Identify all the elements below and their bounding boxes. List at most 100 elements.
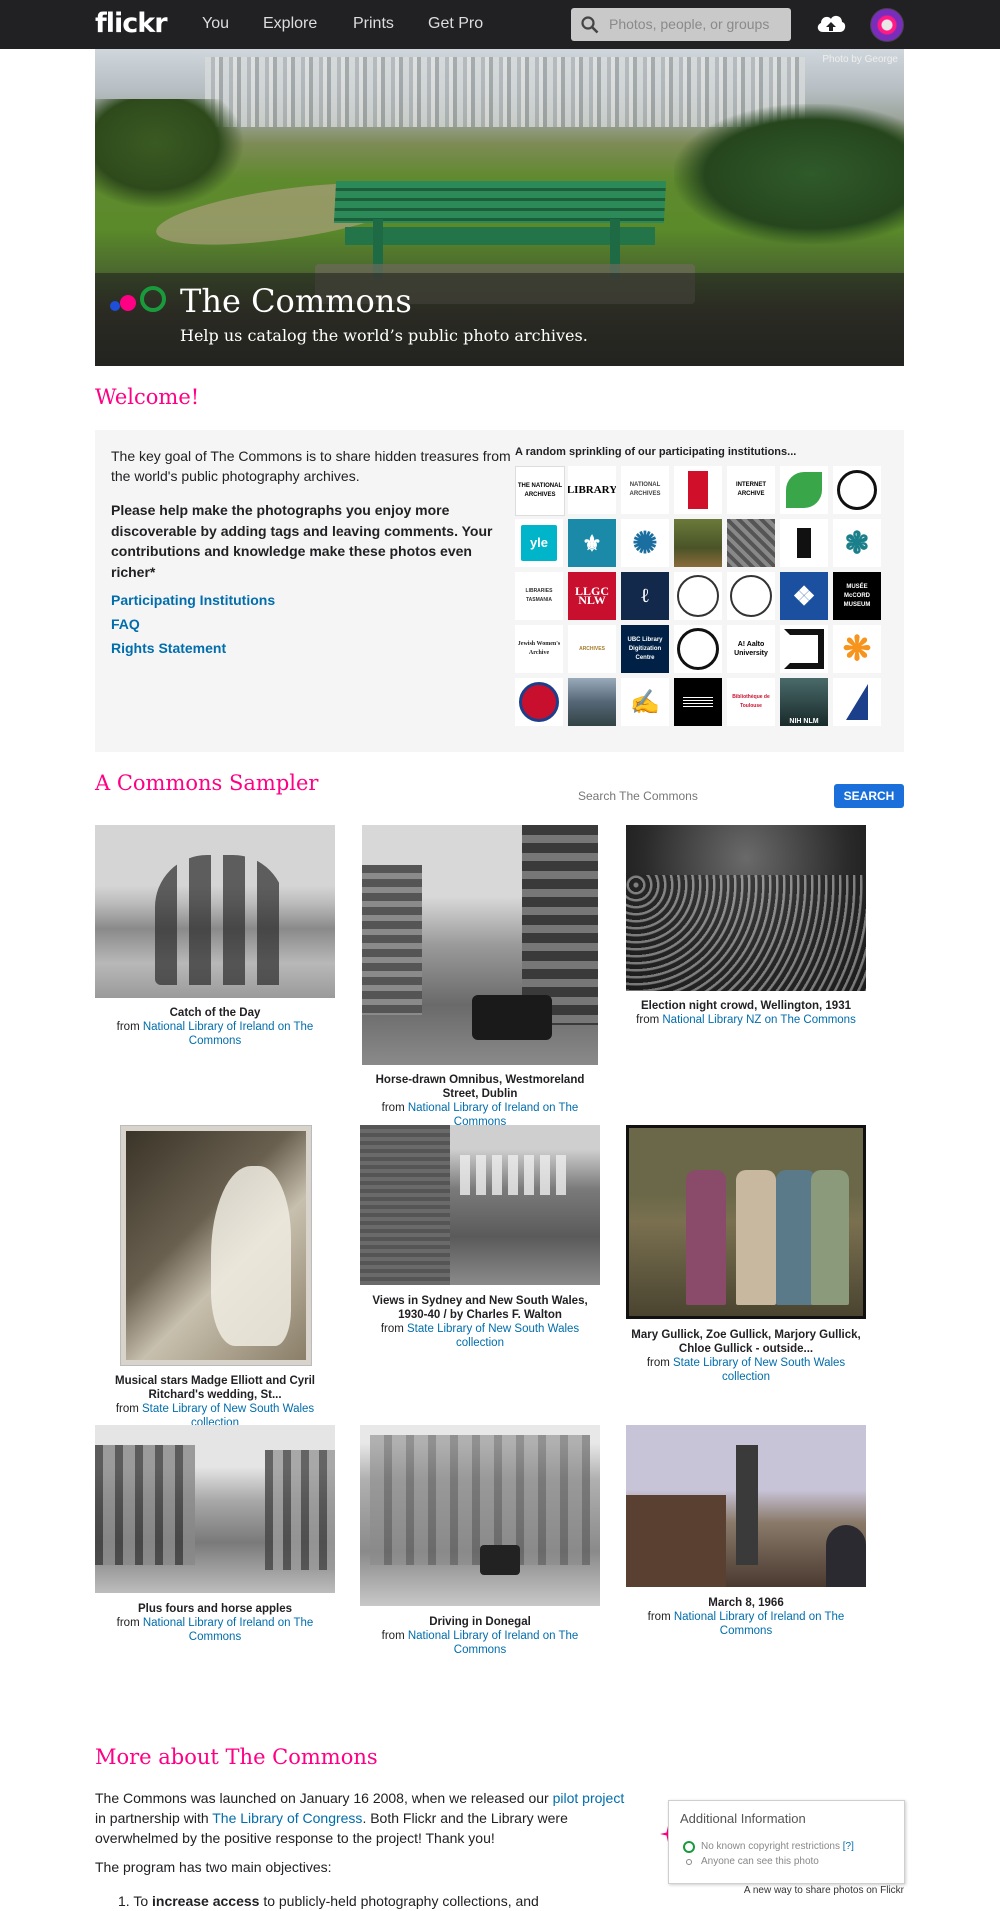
- photo-title[interactable]: Musical stars Madge Elliott and Cyril Ri…: [95, 1374, 335, 1402]
- institution-logo[interactable]: UBC Library Digitization Centre: [621, 625, 669, 673]
- photo-title[interactable]: Election night crowd, Wellington, 1931: [626, 999, 866, 1013]
- institution-logo[interactable]: NATIONAL ARCHIVES: [621, 466, 669, 514]
- photo-catch-of-the-day[interactable]: [95, 825, 335, 998]
- institution-logo[interactable]: [833, 466, 881, 514]
- flickr-logo[interactable]: flickr: [95, 8, 168, 39]
- from-label: from: [116, 1021, 140, 1033]
- institution-logo[interactable]: ❋: [833, 625, 881, 673]
- objectives-intro: The program has two main objectives:: [95, 1859, 332, 1875]
- hero-trees-left: [95, 99, 245, 209]
- from-label: from: [646, 1357, 670, 1369]
- institution-logo[interactable]: [780, 625, 828, 673]
- institution-logo[interactable]: LLGC NLW: [568, 572, 616, 620]
- institutions-grid: THE NATIONAL ARCHIVES LIBRARY NATIONAL A…: [515, 466, 885, 726]
- institution-logo[interactable]: MUSÉE McCORD MUSEUM: [833, 572, 881, 620]
- institution-logo[interactable]: [568, 678, 616, 726]
- caption-election-night-crowd: Election night crowd, Wellington, 1931 f…: [626, 999, 866, 1027]
- institution-logo[interactable]: ❃: [833, 519, 881, 567]
- institution-logo[interactable]: LIBRARIES TASMANIA: [515, 572, 563, 620]
- photo-musical-stars-wedding[interactable]: [120, 1125, 312, 1366]
- more-about-paragraph: The Commons was launched on January 16 2…: [95, 1788, 630, 1848]
- institution-logo[interactable]: [727, 572, 775, 620]
- hero-photo-credit[interactable]: Photo by George: [822, 54, 898, 65]
- sampler-search-input[interactable]: Search The Commons: [578, 784, 828, 808]
- photo-views-in-sydney[interactable]: [360, 1125, 600, 1285]
- photo-source-link[interactable]: State Library of New South Wales collect…: [407, 1323, 579, 1349]
- institution-logo[interactable]: Jewish Women's Archive: [515, 625, 563, 673]
- institution-logo[interactable]: LIBRARY: [568, 466, 616, 514]
- objective-list-item: 1. To increase access to publicly-held p…: [118, 1893, 539, 1909]
- institution-logo[interactable]: ✍: [621, 678, 669, 726]
- link-faq[interactable]: FAQ: [111, 616, 140, 632]
- caption-views-in-sydney: Views in Sydney and New South Wales, 193…: [360, 1294, 600, 1350]
- from-label: from: [115, 1403, 139, 1415]
- institution-logo[interactable]: [515, 678, 563, 726]
- institution-logo[interactable]: NIH NLM: [780, 678, 828, 726]
- hero-trees-right: [674, 104, 904, 244]
- institutions-title: A random sprinkling of our participating…: [515, 446, 797, 458]
- institution-logo[interactable]: Bibliothèque de Toulouse: [727, 678, 775, 726]
- institution-logo[interactable]: [674, 625, 722, 673]
- photo-driving-in-donegal[interactable]: [360, 1425, 600, 1606]
- info-title: Additional Information: [680, 1811, 806, 1826]
- institution-logo[interactable]: [674, 678, 722, 726]
- welcome-call-to-action: Please help make the photographs you enj…: [111, 502, 493, 580]
- nav-prints[interactable]: Prints: [353, 15, 394, 33]
- photo-source-link[interactable]: National Library of Ireland on The Commo…: [143, 1617, 313, 1643]
- more-text: in partnership with: [95, 1810, 213, 1826]
- photo-horse-drawn-omnibus[interactable]: [362, 825, 598, 1065]
- photo-source-link[interactable]: State Library of New South Wales collect…: [673, 1357, 845, 1383]
- link-participating-institutions[interactable]: Participating Institutions: [111, 592, 275, 608]
- photo-gullick-family[interactable]: [626, 1125, 866, 1319]
- photo-title[interactable]: Driving in Donegal: [360, 1615, 600, 1629]
- hero-title: The Commons: [180, 282, 412, 320]
- photo-title[interactable]: March 8, 1966: [626, 1596, 866, 1610]
- institution-logo[interactable]: [674, 519, 722, 567]
- institution-logo[interactable]: [674, 466, 722, 514]
- institution-logo[interactable]: yle: [515, 519, 563, 567]
- photo-plus-fours-horse-apples[interactable]: [95, 1425, 335, 1593]
- institution-logo[interactable]: ARCHIVES: [568, 625, 616, 673]
- institution-logo[interactable]: A! Aalto University: [727, 625, 775, 673]
- institution-logo[interactable]: [674, 572, 722, 620]
- more-text: To: [133, 1893, 152, 1909]
- info-copyright-text: No known copyright restrictions: [701, 1841, 840, 1852]
- pilot-project-link[interactable]: pilot project: [553, 1790, 625, 1806]
- institution-logo[interactable]: ℓ: [621, 572, 669, 620]
- institution-logo[interactable]: ⚜: [568, 519, 616, 567]
- nav-you[interactable]: You: [202, 15, 229, 33]
- copyright-help-link[interactable]: [?]: [843, 1841, 854, 1852]
- institution-logo[interactable]: ❖: [780, 572, 828, 620]
- photo-title[interactable]: Catch of the Day: [95, 1006, 335, 1020]
- link-rights-statement[interactable]: Rights Statement: [111, 640, 226, 656]
- photo-source-link[interactable]: National Library of Ireland on The Commo…: [143, 1021, 313, 1047]
- info-visibility: Anyone can see this photo: [701, 1856, 819, 1867]
- institution-logo[interactable]: INTERNET ARCHIVE: [727, 466, 775, 514]
- photo-title[interactable]: Horse-drawn Omnibus, Westmoreland Street…: [362, 1073, 598, 1101]
- from-label: from: [116, 1617, 140, 1629]
- nav-get-pro[interactable]: Get Pro: [428, 15, 483, 33]
- hero-banner: Photo by George The Commons Help us cata…: [95, 49, 904, 366]
- photo-title[interactable]: Views in Sydney and New South Wales, 193…: [360, 1294, 600, 1322]
- photo-title[interactable]: Plus fours and horse apples: [95, 1602, 335, 1616]
- photo-source-link[interactable]: National Library NZ on The Commons: [662, 1014, 855, 1026]
- nav-explore[interactable]: Explore: [263, 15, 317, 33]
- photo-source-link[interactable]: National Library of Ireland on The Commo…: [674, 1611, 844, 1637]
- institution-logo[interactable]: [833, 678, 881, 726]
- library-of-congress-link[interactable]: The Library of Congress: [212, 1810, 362, 1826]
- avatar[interactable]: [870, 8, 904, 42]
- search-input[interactable]: Photos, people, or groups: [571, 8, 791, 41]
- caption-musical-stars-wedding: Musical stars Madge Elliott and Cyril Ri…: [95, 1374, 335, 1430]
- photo-title[interactable]: Mary Gullick, Zoe Gullick, Marjory Gulli…: [626, 1328, 866, 1356]
- institution-logo[interactable]: [780, 519, 828, 567]
- photo-election-night-crowd[interactable]: [626, 825, 866, 991]
- upload-cloud-icon[interactable]: [815, 10, 847, 36]
- institution-logo[interactable]: THE NATIONAL ARCHIVES: [515, 466, 565, 516]
- institution-logo[interactable]: [727, 519, 775, 567]
- more-text: increase access: [152, 1893, 260, 1909]
- institution-logo[interactable]: [780, 466, 828, 514]
- photo-march-8-1966[interactable]: [626, 1425, 866, 1587]
- photo-source-link[interactable]: National Library of Ireland on The Commo…: [408, 1630, 578, 1656]
- sampler-search-button[interactable]: SEARCH: [834, 784, 904, 808]
- institution-logo[interactable]: ✺: [621, 519, 669, 567]
